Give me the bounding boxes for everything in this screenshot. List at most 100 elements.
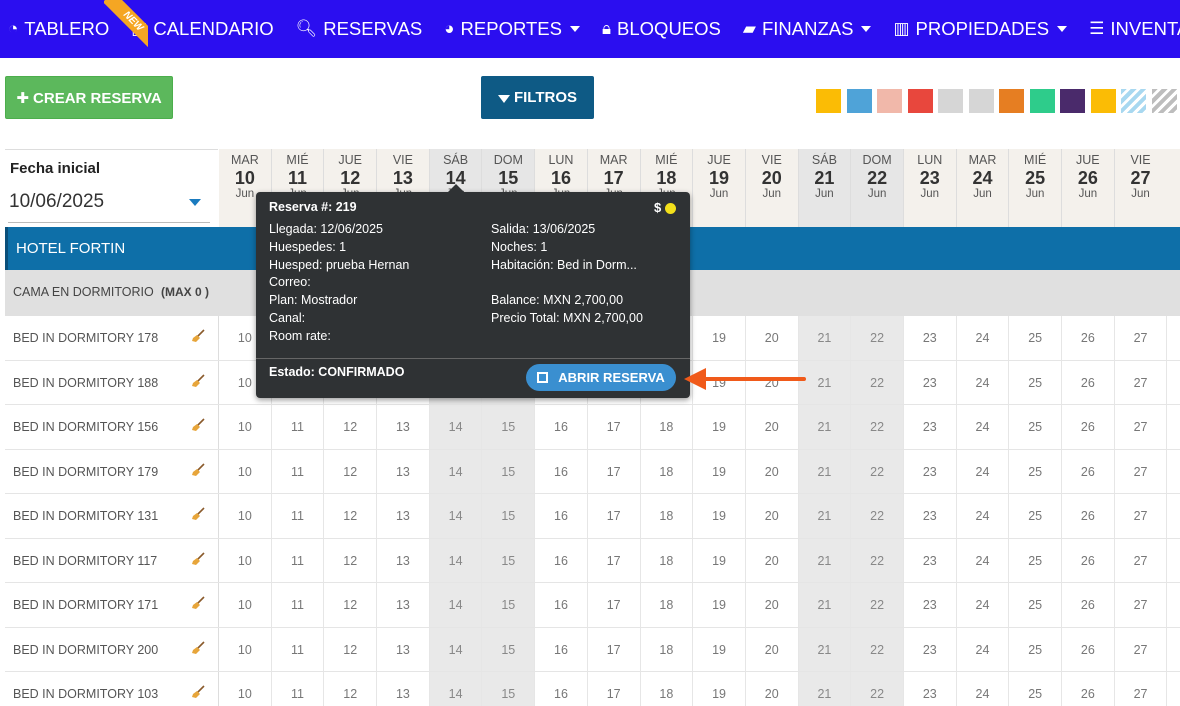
availability-cell[interactable]: 10 [219, 449, 272, 493]
availability-cell[interactable]: 11 [271, 538, 325, 582]
availability-cell[interactable]: 24 [956, 494, 1010, 538]
availability-cell[interactable]: 23 [903, 583, 957, 627]
availability-cell[interactable]: 20 [745, 538, 799, 582]
start-date-input[interactable]: 10/06/2025 [9, 191, 104, 213]
availability-cell[interactable]: 13 [377, 449, 430, 493]
availability-cell[interactable]: 17 [587, 494, 641, 538]
status-color-swatch[interactable] [1090, 89, 1116, 113]
availability-cell[interactable]: 13 [377, 538, 430, 582]
room-label[interactable]: BED IN DORMITORY 156 [5, 405, 219, 449]
availability-cell[interactable]: 14 [429, 583, 483, 627]
availability-cell[interactable]: 25 [1009, 316, 1062, 360]
availability-cell[interactable]: 24 [956, 627, 1010, 671]
availability-cell[interactable]: 23 [903, 672, 957, 706]
housekeeping-broom-icon[interactable] [191, 685, 205, 699]
availability-cell[interactable]: 19 [693, 449, 746, 493]
availability-cell[interactable]: 10 [219, 583, 272, 627]
availability-cell[interactable]: 18 [640, 627, 694, 671]
room-label[interactable]: BED IN DORMITORY 171 [5, 583, 219, 627]
availability-cell[interactable]: 27 [1114, 627, 1168, 671]
availability-cell[interactable]: 10 [219, 405, 272, 449]
availability-cell[interactable]: 18 [640, 405, 694, 449]
availability-cell[interactable]: 10 [219, 672, 272, 706]
availability-cell[interactable]: 20 [745, 627, 799, 671]
availability-cell[interactable]: 13 [377, 494, 430, 538]
availability-cell[interactable]: 19 [693, 494, 746, 538]
availability-cell[interactable]: 26 [1062, 494, 1115, 538]
nav-item-bloqueos[interactable]: 🔒︎ BLOQUEOS [602, 0, 721, 58]
availability-cell[interactable]: 27 [1114, 316, 1168, 360]
availability-cell[interactable]: 22 [851, 627, 904, 671]
availability-cell[interactable]: 17 [587, 583, 641, 627]
status-color-swatch[interactable] [968, 89, 994, 113]
availability-cell[interactable]: 27 [1114, 449, 1168, 493]
availability-cell[interactable]: 22 [851, 449, 904, 493]
availability-cell[interactable]: 25 [1009, 672, 1062, 706]
room-label[interactable]: BED IN DORMITORY 117 [5, 538, 219, 582]
status-color-swatch[interactable] [846, 89, 872, 113]
housekeeping-broom-icon[interactable] [191, 596, 205, 610]
housekeeping-broom-icon[interactable] [191, 329, 205, 343]
availability-cell[interactable]: 21 [798, 672, 852, 706]
availability-cell[interactable]: 15 [482, 627, 536, 671]
availability-cell[interactable]: 12 [324, 538, 378, 582]
availability-cell[interactable]: 22 [851, 316, 904, 360]
availability-cell[interactable]: 23 [903, 627, 957, 671]
chevron-down-icon[interactable] [189, 199, 201, 206]
availability-cell[interactable]: 24 [956, 316, 1010, 360]
availability-cell[interactable]: 15 [482, 672, 536, 706]
availability-cell[interactable]: 19 [693, 316, 746, 360]
availability-cell[interactable]: 18 [640, 449, 694, 493]
create-reservation-button[interactable]: ✚ CREAR RESERVA [5, 76, 173, 119]
availability-cell[interactable]: 24 [956, 672, 1010, 706]
availability-cell[interactable]: 27 [1114, 538, 1168, 582]
availability-cell[interactable]: 20 [745, 672, 799, 706]
availability-cell[interactable]: 11 [271, 627, 325, 671]
availability-cell[interactable]: 15 [482, 538, 536, 582]
status-color-swatch[interactable] [938, 89, 963, 113]
nav-item-inventario[interactable]: ☰ INVENTARIO [1089, 0, 1180, 58]
availability-cell[interactable]: 19 [693, 672, 746, 706]
availability-cell[interactable]: 13 [377, 405, 430, 449]
availability-cell[interactable]: 16 [535, 449, 588, 493]
availability-cell[interactable]: 27 [1114, 405, 1168, 449]
availability-cell[interactable]: 11 [271, 405, 325, 449]
availability-cell[interactable]: 24 [956, 449, 1010, 493]
availability-cell[interactable]: 24 [956, 405, 1010, 449]
availability-cell[interactable]: 27 [1114, 583, 1168, 627]
availability-cell[interactable]: 13 [377, 672, 430, 706]
availability-cell[interactable]: 12 [324, 405, 378, 449]
availability-cell[interactable]: 14 [429, 627, 483, 671]
availability-cell[interactable]: 25 [1009, 583, 1062, 627]
availability-cell[interactable]: 21 [798, 494, 852, 538]
status-color-swatch[interactable] [907, 89, 933, 113]
availability-cell[interactable]: 20 [745, 494, 799, 538]
availability-cell[interactable]: 25 [1009, 538, 1062, 582]
availability-cell[interactable]: 20 [745, 583, 799, 627]
availability-cell[interactable]: 25 [1009, 627, 1062, 671]
availability-cell[interactable]: 18 [640, 583, 694, 627]
status-color-swatch[interactable] [1121, 89, 1146, 113]
housekeeping-broom-icon[interactable] [191, 551, 205, 566]
availability-cell[interactable]: 12 [324, 627, 378, 671]
status-color-swatch[interactable] [816, 89, 841, 113]
availability-cell[interactable]: 26 [1062, 449, 1115, 493]
open-reservation-button[interactable]: ABRIR RESERVA [526, 364, 676, 391]
availability-cell[interactable]: 27 [1114, 672, 1168, 706]
availability-cell[interactable]: 17 [587, 405, 641, 449]
availability-cell[interactable]: 15 [482, 583, 536, 627]
availability-cell[interactable]: 25 [1009, 494, 1062, 538]
availability-cell[interactable]: 14 [429, 449, 483, 493]
room-label[interactable]: BED IN DORMITORY 178 [5, 316, 219, 360]
housekeeping-broom-icon[interactable] [191, 507, 205, 521]
status-color-swatch[interactable] [1029, 89, 1055, 113]
availability-cell[interactable]: 26 [1062, 405, 1115, 449]
availability-cell[interactable]: 23 [903, 316, 957, 360]
availability-cell[interactable]: 23 [903, 360, 957, 404]
availability-cell[interactable]: 11 [271, 449, 325, 493]
status-color-swatch[interactable] [1151, 89, 1177, 113]
filters-button[interactable]: FILTROS [481, 76, 594, 119]
nav-item-finanzas[interactable]: ▰ FINANZAS [743, 0, 872, 58]
room-label[interactable]: BED IN DORMITORY 179 [5, 449, 219, 493]
status-color-swatch[interactable] [877, 89, 902, 113]
